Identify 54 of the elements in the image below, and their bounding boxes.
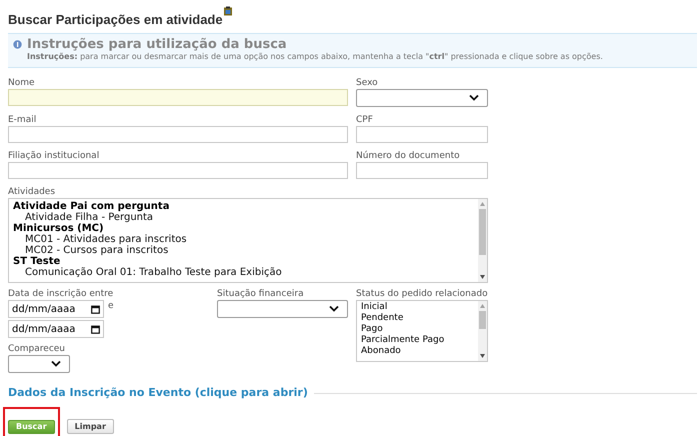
instructions-text: Instruções: para marcar ou desmarcar mais de uma opção nos campos abaixo, mantenha a tecla "ctrl" pressionada e clique sobre as opções.	[26, 52, 604, 62]
field-label: Nome	[8, 78, 36, 89]
clipboard-icon	[222, 6, 233, 16]
scroll-down-icon[interactable]	[480, 354, 485, 358]
text-field[interactable]	[8, 126, 348, 143]
chevron-down-icon	[51, 360, 61, 368]
select-field[interactable]	[356, 89, 488, 107]
attended-select[interactable]	[8, 355, 70, 373]
list-option[interactable]: Minicursos (MC)	[13, 223, 478, 234]
field-label: Sexo	[356, 78, 379, 89]
field-label: Atividades	[8, 187, 56, 198]
list-option[interactable]: Atividade Pai com pergunta	[13, 201, 478, 212]
field-label: E-mail	[8, 115, 38, 126]
text-field[interactable]	[8, 162, 348, 179]
list-option[interactable]: Comunicação Oral 01: Trabalho Teste para Exibição	[13, 267, 478, 278]
field-label: Data de inscrição entre	[8, 289, 114, 300]
text-field[interactable]	[356, 162, 488, 179]
chevron-down-icon	[329, 306, 339, 312]
scroll-down-icon[interactable]	[480, 275, 485, 279]
list-option[interactable]: Parcialmente Pago	[361, 335, 478, 346]
order-status-listbox[interactable]: Inicial Pendente Pago Parcialmente Pago Abonado	[356, 300, 488, 362]
date-field[interactable]: dd/mm/aaaa	[8, 320, 104, 338]
field-label: Filiação institucional	[8, 151, 100, 162]
list-option[interactable]: Abonado	[361, 346, 478, 357]
chevron-down-icon	[469, 94, 479, 102]
scroll-up-icon[interactable]	[480, 202, 485, 206]
clear-button[interactable]: Limpar	[66, 419, 114, 434]
financial-status-select[interactable]	[217, 300, 348, 318]
list-option[interactable]: Pendente	[361, 313, 478, 324]
field-label: Compareceu	[8, 344, 66, 355]
page-title: Buscar Participações em atividade	[8, 11, 223, 29]
scrollbar[interactable]	[478, 301, 487, 361]
field-label: Número do documento	[356, 151, 461, 162]
list-option[interactable]: Inicial	[361, 302, 478, 313]
date-field[interactable]: dd/mm/aaaa	[8, 300, 104, 318]
list-option[interactable]: MC01 - Atividades para inscritos	[13, 234, 478, 245]
separator-text: e	[108, 300, 114, 313]
list-option[interactable]: MC02 - Cursos para inscritos	[13, 245, 478, 256]
calendar-icon	[91, 304, 100, 314]
section-toggle-link[interactable]: Dados da Inscrição no Evento (clique para abrir)	[8, 385, 308, 402]
list-option[interactable]: Pago	[361, 324, 478, 335]
field-label: Situação financeira	[217, 289, 305, 300]
text-field[interactable]	[8, 89, 348, 106]
scroll-up-icon[interactable]	[480, 304, 485, 308]
info-icon	[13, 40, 22, 49]
list-option[interactable]: Atividade Filha - Pergunta	[13, 212, 478, 223]
text-field[interactable]	[356, 126, 488, 143]
list-option[interactable]: ST Teste	[13, 256, 478, 267]
field-label: Status do pedido relacionado	[356, 289, 488, 300]
instructions-title: Instruções para utilização da busca	[27, 37, 287, 52]
scrollbar[interactable]	[478, 199, 487, 282]
activities-listbox[interactable]: Atividade Pai com pergunta Atividade Filha - Pergunta Minicursos (MC) MC01 - Atividades para inscritos MC02 - Cursos para inscritos ST Teste Comunicação Oral 01: Trabalho Teste para Exibição	[8, 198, 488, 283]
calendar-icon	[91, 324, 100, 334]
field-label: CPF	[356, 115, 374, 126]
